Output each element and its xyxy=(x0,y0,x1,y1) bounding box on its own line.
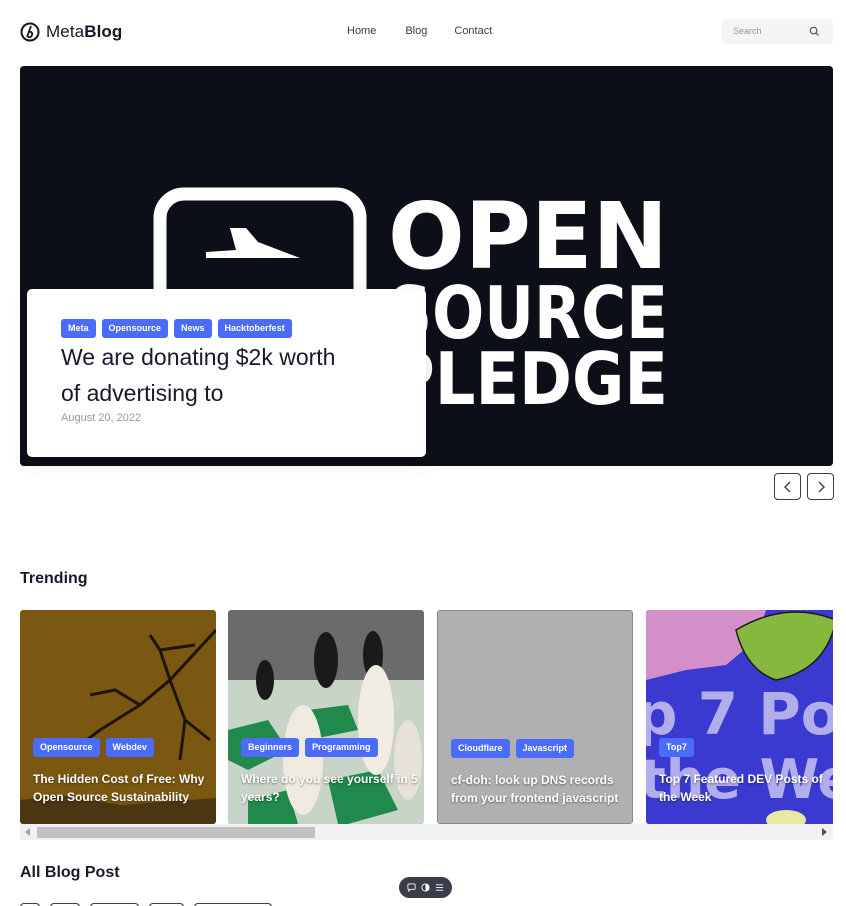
trending-card[interactable]: p 7 Po the We Top7 Top 7 Featured DEV Po… xyxy=(646,610,833,824)
menu-icon[interactable] xyxy=(435,883,444,892)
search-input[interactable]: Search xyxy=(722,19,833,44)
trending-horizontal-scrollbar[interactable] xyxy=(20,824,833,840)
all-blog-post-heading: All Blog Post xyxy=(20,864,120,881)
search-placeholder: Search xyxy=(733,26,762,36)
tag-top7[interactable]: Top7 xyxy=(659,738,694,757)
tag-hacktoberfest[interactable]: Hacktoberfest xyxy=(217,319,292,338)
brand-name-light: Meta xyxy=(46,22,85,41)
tag-programming[interactable]: Programming xyxy=(305,738,378,757)
floating-toolbar xyxy=(399,877,452,898)
nav-link-contact[interactable]: Contact xyxy=(454,25,492,37)
tag-opensource[interactable]: Opensource xyxy=(33,738,100,757)
trending-card-tags: Opensource Webdev xyxy=(33,738,154,757)
trending-card[interactable]: Cloudflare Javascript cf-doh: look up DN… xyxy=(437,610,633,824)
trending-card-tags: Cloudflare Javascript xyxy=(451,739,575,758)
featured-post-tags: Meta Opensource News Hacktoberfest xyxy=(61,319,292,338)
tag-cloudflare[interactable]: Cloudflare xyxy=(451,739,510,758)
tag-meta[interactable]: Meta xyxy=(61,319,96,338)
trending-card[interactable]: Opensource Webdev The Hidden Cost of Fre… xyxy=(20,610,216,824)
theme-toggle-icon[interactable] xyxy=(421,883,430,892)
trending-card-tags: Beginners Programming xyxy=(241,738,378,757)
hero-image-line-3: PLEDGE xyxy=(388,337,668,421)
tag-opensource[interactable]: Opensource xyxy=(101,319,169,338)
search-icon[interactable] xyxy=(809,26,820,37)
brand-logo-icon xyxy=(20,22,40,42)
nav-link-blog[interactable]: Blog xyxy=(405,25,427,37)
main-nav: Home Blog Contact xyxy=(347,25,492,37)
trending-card-tags: Top7 xyxy=(659,738,694,757)
nav-link-home[interactable]: Home xyxy=(347,25,376,37)
scroll-right-arrow-icon[interactable] xyxy=(822,828,827,836)
featured-post-title[interactable]: We are donating $2k worth of advertising… xyxy=(61,339,361,411)
brand-name-bold: Blog xyxy=(84,22,123,41)
trending-card-title[interactable]: Top 7 Featured DEV Posts of the Week xyxy=(659,770,833,806)
carousel-prev-button[interactable] xyxy=(774,473,801,500)
scroll-left-arrow-icon[interactable] xyxy=(25,828,30,836)
comment-icon[interactable] xyxy=(407,883,416,892)
carousel-next-button[interactable] xyxy=(807,473,834,500)
chevron-right-icon xyxy=(818,481,825,492)
trending-card-title[interactable]: Where do you see yourself in 5 years? xyxy=(241,770,419,806)
site-header: MetaBlog Home Blog Contact Search xyxy=(0,0,846,64)
tag-javascript[interactable]: Javascript xyxy=(515,739,575,758)
trending-card-title[interactable]: The Hidden Cost of Free: Why Open Source… xyxy=(33,770,211,806)
trending-carousel[interactable]: Opensource Webdev The Hidden Cost of Fre… xyxy=(20,610,833,824)
tag-webdev[interactable]: Webdev xyxy=(105,738,154,757)
brand-name: MetaBlog xyxy=(46,22,122,42)
brand-logo[interactable]: MetaBlog xyxy=(20,22,122,42)
trending-card-title[interactable]: cf-doh: look up DNS records from your fr… xyxy=(451,771,629,807)
chevron-left-icon xyxy=(783,481,790,492)
scrollbar-thumb[interactable] xyxy=(37,827,315,838)
featured-post-date: August 20, 2022 xyxy=(61,412,142,424)
trending-card[interactable]: Beginners Programming Where do you see y… xyxy=(228,610,424,824)
tag-beginners[interactable]: Beginners xyxy=(241,738,300,757)
featured-post-card[interactable]: Meta Opensource News Hacktoberfest We ar… xyxy=(27,289,426,457)
tag-news[interactable]: News xyxy=(174,319,212,338)
trending-heading: Trending xyxy=(20,570,88,587)
